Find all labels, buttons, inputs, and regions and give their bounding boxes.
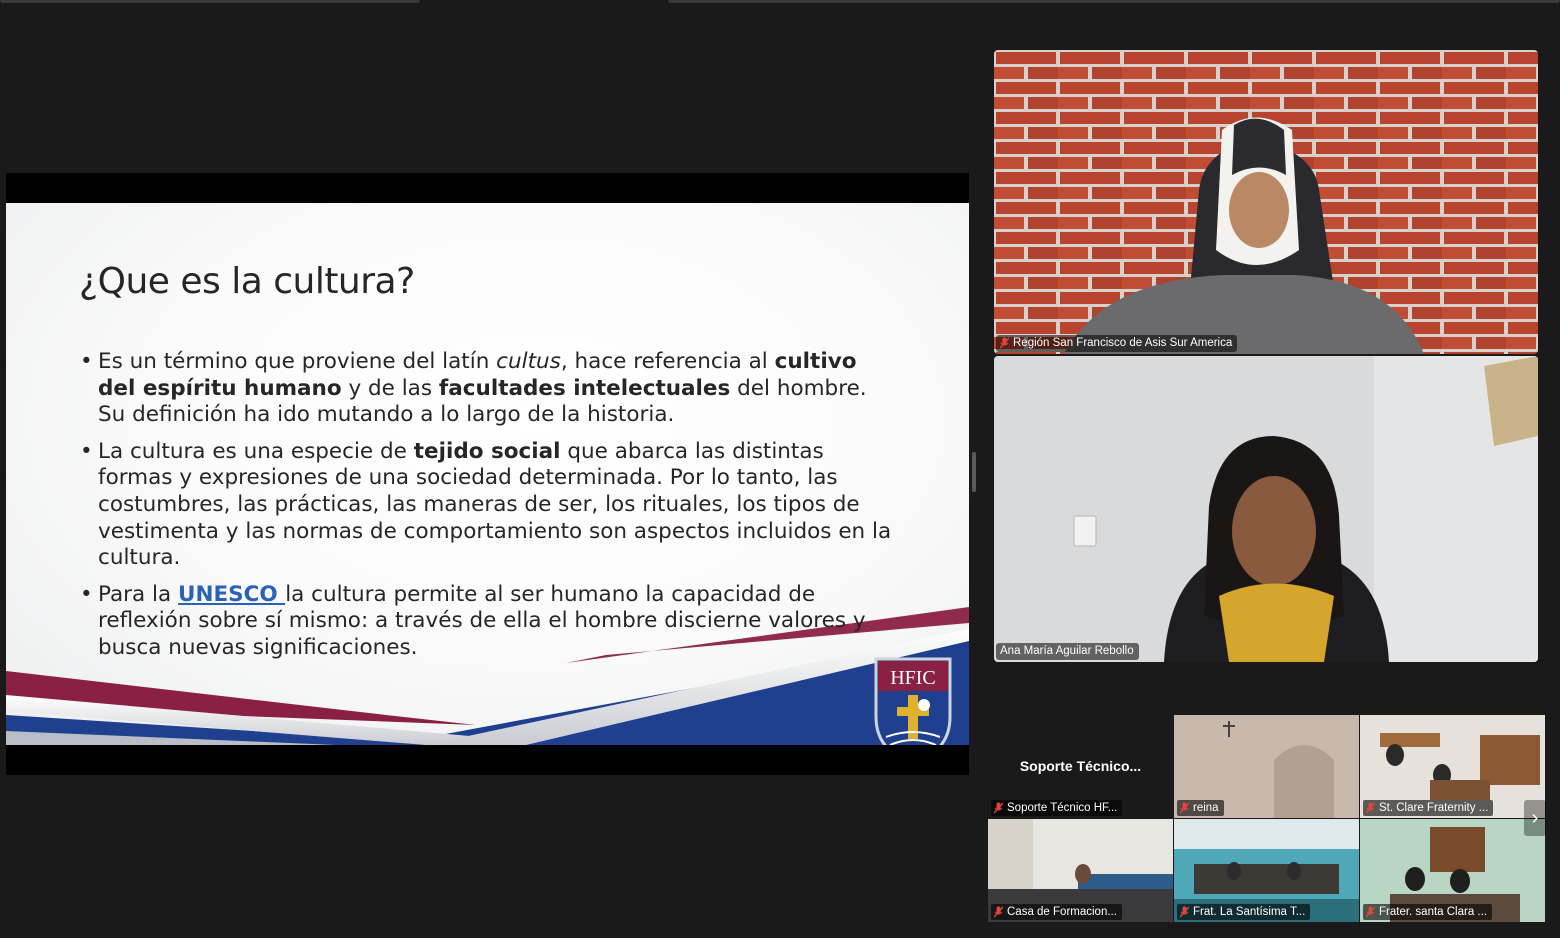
participant-name-label: Ana María Aguilar Rebollo — [996, 643, 1139, 660]
mic-muted-icon — [1366, 906, 1375, 918]
window-top-bar-left — [0, 0, 420, 3]
bullet-2-bold: tejido social — [413, 438, 561, 464]
participant-name-label: St. Clare Fraternity ... — [1363, 800, 1494, 816]
bullet-1-text-1: Es un término que proviene del latín — [98, 349, 497, 374]
mic-muted-icon — [1000, 337, 1009, 349]
video-feed-region — [994, 50, 1538, 354]
hfic-logo: HFIC — [874, 657, 952, 745]
gallery-tile-frat-santisima[interactable]: Frat. La Santísima T... — [1174, 819, 1359, 922]
window-top-bar-right — [668, 0, 1560, 3]
participant-avatar-name: Soporte Técnico... — [1019, 758, 1142, 774]
participant-name: Casa de Formacion... — [1007, 906, 1117, 918]
gallery-tile-frater-santa-clara[interactable]: Frater. santa Clara ... — [1360, 819, 1545, 922]
split-view-divider-handle[interactable] — [972, 452, 976, 492]
mic-muted-icon — [994, 906, 1003, 918]
participant-name: Frater. santa Clara ... — [1379, 906, 1488, 918]
slide-bullet-list: Es un término que proviene del latín cul… — [80, 349, 900, 672]
bullet-3-text-1: Para la — [98, 581, 179, 607]
participant-name: St. Clare Fraternity ... — [1379, 802, 1489, 814]
bullet-3: Para la UNESCO la cultura permite al ser… — [80, 582, 900, 662]
participant-name-label: reina — [1177, 800, 1224, 816]
participant-name: reina — [1193, 802, 1219, 814]
video-tile-active-speaker[interactable]: Ana María Aguilar Rebollo — [994, 356, 1538, 662]
gallery-tile-st-clare[interactable]: St. Clare Fraternity ... — [1360, 715, 1545, 818]
participant-name: Región San Francisco de Asis Sur America — [1013, 337, 1233, 349]
bullet-1-text-3: y de las — [341, 375, 439, 401]
unesco-link[interactable]: UNESCO — [178, 582, 285, 607]
bullet-1: Es un término que proviene del latín cul… — [80, 349, 900, 429]
participant-name: Ana María Aguilar Rebollo — [1000, 645, 1134, 657]
mic-muted-icon — [1180, 802, 1189, 814]
participant-name-label: Frater. santa Clara ... — [1363, 904, 1493, 920]
shared-screen: ¿Que es la cultura? Es un término que pr… — [6, 173, 969, 775]
participant-name-label: Frat. La Santísima T... — [1177, 904, 1311, 920]
gallery-tile-soporte[interactable]: Soporte Técnico... Soporte Técnico HF... — [988, 715, 1173, 818]
video-feed-active-speaker — [994, 356, 1538, 662]
participant-name-label: Región San Francisco de Asis Sur America — [996, 335, 1238, 352]
presentation-slide: ¿Que es la cultura? Es un término que pr… — [6, 203, 969, 745]
bullet-2: La cultura es una especie de tejido soci… — [80, 439, 900, 572]
participant-name-label: Casa de Formacion... — [991, 904, 1122, 920]
bullet-1-text-2: , hace referencia al — [560, 349, 775, 374]
participant-name: Soporte Técnico HF... — [1007, 802, 1118, 814]
participant-name-label: Soporte Técnico HF... — [991, 800, 1123, 816]
slide-title: ¿Que es la cultura? — [79, 261, 415, 302]
bullet-1-bold-2: facultades intelectuales — [438, 375, 731, 401]
participant-name: Frat. La Santísima T... — [1193, 906, 1306, 918]
bullet-2-text-1: La cultura es una especie de — [98, 438, 414, 464]
hfic-logo-text: HFIC — [890, 667, 936, 689]
video-tile-region[interactable]: Región San Francisco de Asis Sur America — [994, 50, 1538, 354]
chevron-right-icon[interactable]: › — [1524, 800, 1546, 836]
mic-muted-icon — [1366, 802, 1375, 814]
gallery-tile-reina[interactable]: reina — [1174, 715, 1359, 818]
bullet-1-italic: cultus — [496, 349, 561, 374]
mic-muted-icon — [994, 802, 1003, 814]
mic-muted-icon — [1180, 906, 1189, 918]
gallery-tile-casa-formacion[interactable]: Casa de Formacion... — [988, 819, 1173, 922]
